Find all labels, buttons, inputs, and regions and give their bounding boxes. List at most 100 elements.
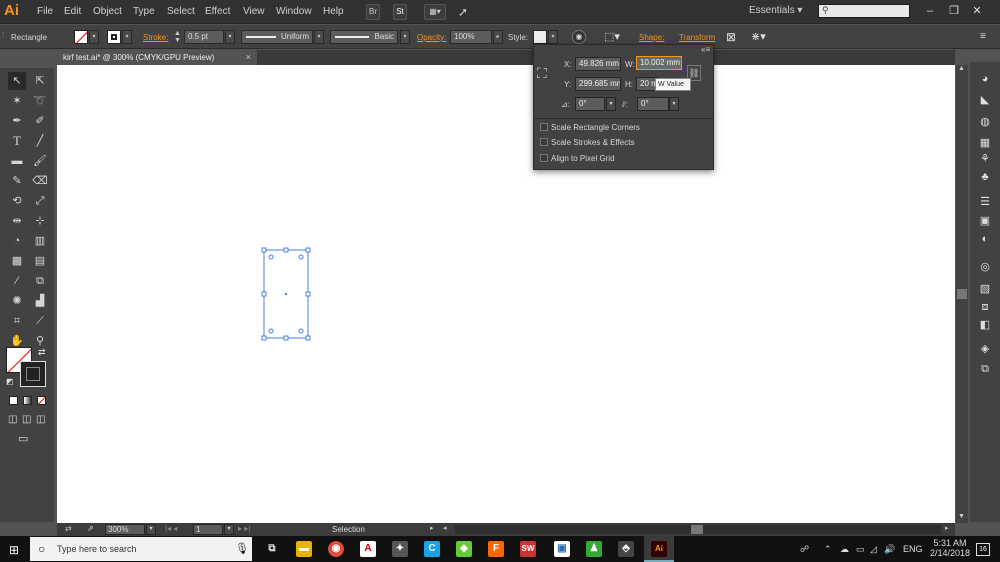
scale-tool-icon[interactable]: ⤢: [31, 192, 49, 210]
notifications-icon[interactable]: 16: [976, 543, 990, 556]
app-icon-9[interactable]: ▣: [554, 541, 570, 557]
volume-icon[interactable]: 🔊: [884, 544, 895, 555]
acrobat-icon[interactable]: A: [360, 541, 376, 557]
menu-window[interactable]: Window: [276, 6, 312, 17]
opacity-label[interactable]: Opacity:: [417, 33, 446, 42]
stroke-label[interactable]: Stroke:: [143, 33, 168, 42]
gpu-performance-icon[interactable]: ➚: [458, 5, 468, 19]
draw-normal-icon[interactable]: ◫: [8, 414, 17, 425]
stroke-color-swatch[interactable]: [20, 361, 46, 387]
gradient-mode-icon[interactable]: [23, 396, 32, 405]
free-transform-tool-icon[interactable]: ⊹: [31, 212, 49, 230]
pixel-grid-checkbox[interactable]: [540, 154, 548, 162]
screen-mode-icon[interactable]: ▭: [18, 432, 28, 445]
isolate-group-icon[interactable]: ⊠: [726, 30, 736, 44]
reference-point-icon[interactable]: ⛶: [537, 65, 547, 82]
pen-tool-icon[interactable]: ✒: [8, 112, 26, 130]
workspace-switcher[interactable]: Essentials ▾: [749, 5, 802, 16]
curvature-tool-icon[interactable]: ✐: [31, 112, 49, 130]
color-mode-icon[interactable]: [9, 396, 18, 405]
rectangle-tool-icon[interactable]: ▬: [8, 152, 26, 170]
close-tab-icon[interactable]: ×: [246, 52, 251, 62]
illustrator-taskbar-item[interactable]: Ai: [644, 536, 674, 562]
fill-dropdown[interactable]: ▾: [89, 30, 99, 44]
microphone-icon[interactable]: 🎙: [235, 537, 249, 561]
color-guide-icon[interactable]: ◣: [977, 93, 993, 107]
horizontal-scrollbar[interactable]: [455, 525, 941, 534]
opacity-dropdown[interactable]: ▸: [493, 30, 503, 44]
task-view-icon[interactable]: ⧉: [264, 541, 280, 557]
menu-type[interactable]: Type: [133, 6, 155, 17]
shear-input[interactable]: 0°: [637, 97, 669, 111]
shear-dropdown[interactable]: ▾: [669, 97, 679, 111]
eyedropper-tool-icon[interactable]: ⁄: [8, 272, 26, 290]
stroke-weight-stepper[interactable]: ▲ ▼: [174, 30, 181, 44]
artboard-dropdown[interactable]: ▾: [224, 524, 234, 535]
vertical-scrollbar[interactable]: ▲ ▼: [956, 65, 968, 523]
perspective-grid-tool-icon[interactable]: ▥: [31, 232, 49, 250]
default-colors-icon[interactable]: ◩: [6, 377, 14, 386]
artboard-nav-next[interactable]: ▸ ▸|: [238, 524, 250, 533]
rotate-tool-icon[interactable]: ⟲: [8, 192, 26, 210]
menu-view[interactable]: View: [243, 6, 265, 17]
scale-strokes-checkbox[interactable]: [540, 138, 548, 146]
libraries-icon[interactable]: ◍: [977, 115, 993, 129]
artboards-icon[interactable]: ⧉: [977, 362, 993, 376]
stroke-weight-dropdown[interactable]: ▾: [225, 30, 235, 44]
gradient-panel-icon[interactable]: ▣: [977, 214, 993, 228]
column-graph-tool-icon[interactable]: ▟: [31, 292, 49, 310]
help-search-input[interactable]: ⚲: [818, 4, 910, 18]
panel-close-icon[interactable]: «≡: [701, 45, 710, 54]
brush-dropdown[interactable]: ▾: [400, 30, 410, 44]
network-icon[interactable]: ◿: [870, 544, 877, 555]
rotate-input[interactable]: 0°: [575, 97, 605, 111]
menu-select[interactable]: Select: [167, 6, 195, 17]
draw-behind-icon[interactable]: ◫: [22, 414, 31, 425]
artboard-nav-prev[interactable]: |◂ ◂: [165, 524, 177, 533]
taskbar-search[interactable]: ○ Type here to search 🎙: [30, 537, 252, 561]
transform-label[interactable]: Transform: [679, 33, 715, 42]
shape-builder-tool-icon[interactable]: ◔: [8, 232, 26, 250]
scale-corners-checkbox[interactable]: [540, 123, 548, 131]
artboard-canvas[interactable]: [57, 65, 955, 523]
shaper-tool-icon[interactable]: ✎: [8, 172, 26, 190]
ccleaner-icon[interactable]: C: [424, 541, 440, 557]
recolor-artwork-icon[interactable]: ◉: [572, 30, 586, 44]
y-input[interactable]: 299.685 mm: [575, 77, 621, 91]
chrome-icon[interactable]: ◉: [328, 541, 344, 557]
selection-tool-icon[interactable]: ↖: [8, 72, 26, 90]
shape-label[interactable]: Shape:: [639, 33, 664, 42]
hscroll-thumb[interactable]: [691, 525, 703, 534]
scroll-up-icon[interactable]: ▲: [958, 65, 965, 72]
magic-wand-tool-icon[interactable]: ✶: [8, 92, 26, 110]
layers-icon[interactable]: ◈: [977, 342, 993, 356]
zoom-dropdown[interactable]: ▾: [146, 524, 156, 535]
gradient-tool-icon[interactable]: ▤: [31, 252, 49, 270]
transform-panel-icon[interactable]: ⧈: [977, 300, 993, 314]
opacity-input[interactable]: 100%: [450, 30, 492, 44]
align-icon[interactable]: ⬚▾: [604, 30, 620, 43]
app-icon-6[interactable]: ◆: [456, 541, 472, 557]
mesh-tool-icon[interactable]: ▩: [8, 252, 26, 270]
symbol-sprayer-tool-icon[interactable]: ✺: [8, 292, 26, 310]
swap-colors-icon[interactable]: ⇄: [38, 347, 46, 358]
width-tool-icon[interactable]: ⇹: [8, 212, 26, 230]
hscroll-right-icon[interactable]: ▸: [945, 524, 949, 532]
app-icon-10[interactable]: ♟: [586, 541, 602, 557]
windows-start-icon[interactable]: ⊞: [9, 543, 19, 557]
stock-button[interactable]: St: [393, 4, 407, 20]
draw-inside-icon[interactable]: ◫: [36, 414, 45, 425]
type-tool-icon[interactable]: T: [8, 132, 26, 150]
menu-edit[interactable]: Edit: [64, 6, 81, 17]
fill-swatch[interactable]: [74, 30, 88, 44]
swatches-icon[interactable]: ▦: [977, 136, 993, 150]
artboard-tool-icon[interactable]: ⌗: [8, 312, 26, 330]
people-icon[interactable]: ☍: [800, 544, 809, 555]
app-icon-7[interactable]: F: [488, 541, 504, 557]
language-indicator[interactable]: ENG: [903, 544, 923, 554]
brushes-icon[interactable]: ⚘: [977, 152, 993, 166]
graphic-styles-icon[interactable]: ▧: [977, 282, 993, 296]
scroll-thumb[interactable]: [957, 289, 967, 299]
app-icon-8[interactable]: SW: [520, 541, 536, 557]
zoom-level-input[interactable]: 300%: [105, 524, 145, 535]
